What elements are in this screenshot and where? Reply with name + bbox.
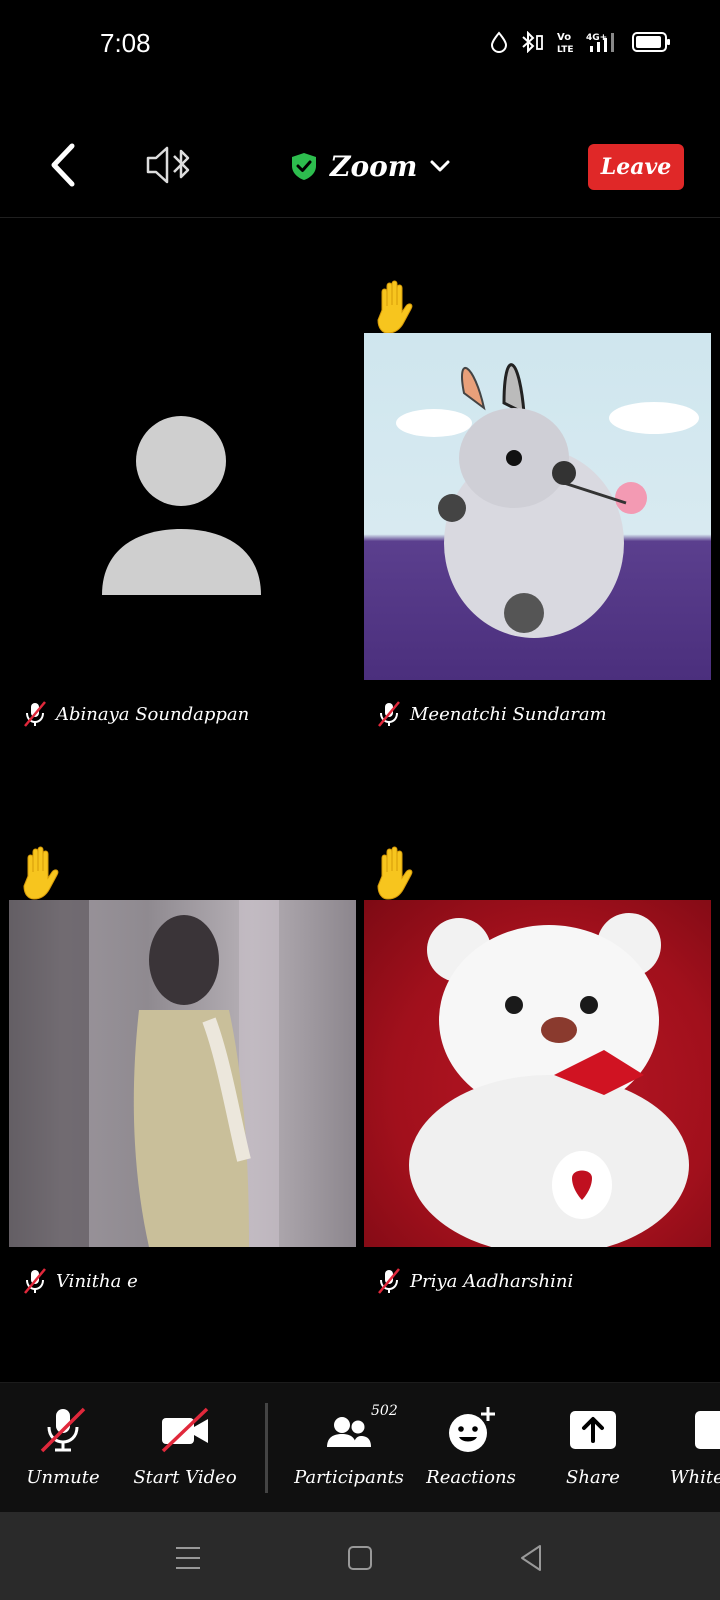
menu-icon[interactable]: [168, 1538, 208, 1578]
mic-muted-icon: [378, 1268, 400, 1294]
start-video-label: Start Video: [133, 1467, 237, 1488]
svg-text:Vo: Vo: [557, 32, 571, 43]
meeting-title: Zoom: [330, 149, 418, 183]
meeting-title-dropdown[interactable]: Zoom: [290, 146, 451, 186]
system-nav-bar: [0, 1512, 720, 1600]
bluetooth-speaker-icon: [146, 146, 190, 184]
participants-count-badge: 502: [371, 1403, 398, 1419]
raised-hand-icon: [377, 280, 413, 334]
start-video-button[interactable]: Start Video: [125, 1401, 245, 1501]
back-triangle-icon[interactable]: [512, 1538, 552, 1578]
meeting-controls-bar: Unmute Start Video 502 Participants Reac…: [0, 1382, 720, 1512]
unmute-label: Unmute: [26, 1467, 100, 1488]
leave-button[interactable]: Leave: [588, 144, 684, 190]
share-upload-icon: [570, 1411, 616, 1449]
share-button[interactable]: Share: [533, 1401, 653, 1501]
mic-muted-icon: [24, 701, 46, 727]
reactions-button[interactable]: Reactions: [411, 1401, 531, 1501]
volte-icon: Vo LTE: [557, 32, 574, 54]
shield-check-icon: [292, 153, 316, 180]
whiteboard-label: White: [670, 1467, 720, 1488]
whiteboard-icon: [695, 1411, 720, 1449]
unmute-button[interactable]: Unmute: [3, 1401, 123, 1501]
participant-tile-meenatchi[interactable]: [364, 333, 711, 680]
participants-icon: [327, 1417, 371, 1447]
home-square-icon[interactable]: [340, 1538, 380, 1578]
reactions-label: Reactions: [426, 1467, 516, 1488]
back-button[interactable]: [40, 140, 90, 190]
audio-output-button[interactable]: [140, 140, 200, 190]
bunny-video-image: [396, 363, 699, 638]
camera-feed-image: [9, 900, 279, 1247]
meeting-toolbar: Zoom Leave: [0, 120, 720, 218]
4g-signal-icon: 4G+: [586, 33, 614, 52]
whiteboard-button[interactable]: White: [655, 1401, 720, 1501]
status-bar: 7:08 Vo LTE 4G+: [0, 0, 720, 90]
mic-muted-icon: [24, 1268, 46, 1294]
status-time: 7:08: [100, 28, 151, 58]
mic-muted-icon: [378, 701, 400, 727]
participant-tile-vinitha[interactable]: [9, 900, 356, 1247]
chevron-down-icon: [430, 160, 450, 172]
video-off-icon: [161, 1407, 209, 1453]
participants-label: Participants: [294, 1467, 404, 1488]
participant-name: Abinaya Soundappan: [56, 703, 250, 725]
bluetooth-icon: [522, 31, 543, 53]
participant-name-meenatchi: Meenatchi Sundaram: [376, 700, 607, 728]
participant-tile-priya[interactable]: [364, 900, 711, 1247]
participant-name-abinaya: Abinaya Soundappan: [22, 700, 249, 728]
toolbar-divider: [265, 1403, 268, 1493]
data-saver-icon: [490, 31, 508, 53]
battery-icon: [632, 32, 670, 52]
participant-name: Priya Aadharshini: [410, 1270, 574, 1292]
teddy-bear-image: [409, 913, 689, 1247]
participant-name: Vinitha e: [56, 1270, 138, 1292]
mic-muted-icon: [40, 1407, 86, 1453]
participant-name: Meenatchi Sundaram: [410, 703, 607, 725]
raised-hand-icon: [23, 846, 59, 900]
avatar-placeholder-icon: [102, 416, 261, 595]
participants-button[interactable]: 502 Participants: [289, 1401, 409, 1501]
raised-hand-icon: [377, 846, 413, 900]
share-label: Share: [566, 1467, 620, 1488]
participant-name-priya: Priya Aadharshini: [376, 1267, 573, 1295]
participant-tile-abinaya[interactable]: [9, 333, 356, 680]
back-arrow-icon: [51, 143, 75, 187]
svg-text:LTE: LTE: [557, 45, 574, 54]
reactions-icon: [449, 1407, 495, 1452]
participant-name-vinitha: Vinitha e: [22, 1267, 138, 1295]
status-icons: Vo LTE 4G+: [490, 30, 672, 54]
